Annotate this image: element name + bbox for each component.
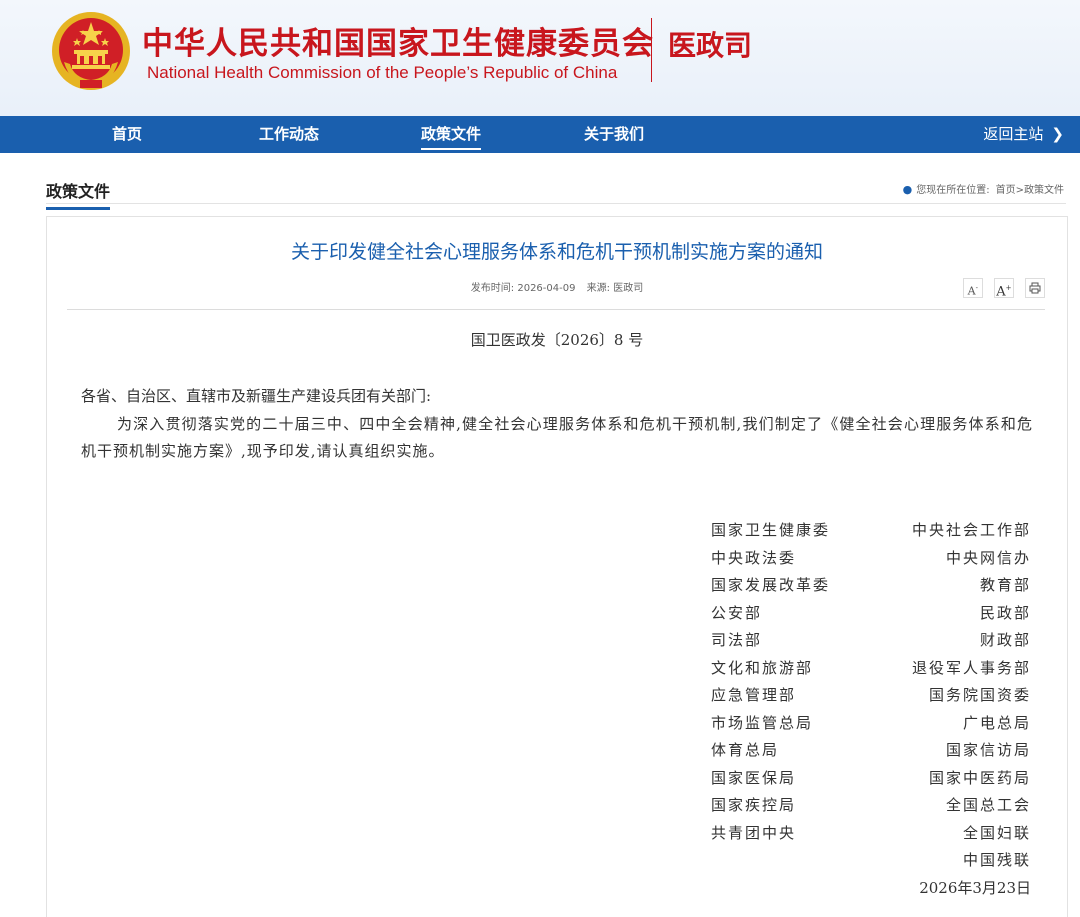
signatory-right: 中央网信办: [945, 548, 1031, 567]
issue-date: 2026年3月23日: [919, 878, 1031, 897]
back-to-main-site-label: 返回主站: [983, 125, 1044, 143]
signatory-left: 体育总局: [711, 741, 780, 759]
signatory-row: 共青团中央 全国妇联: [711, 820, 1031, 848]
article-meta: 发布时间: 2026-04-09 来源: 医政司: [47, 279, 1067, 294]
signatory-left: 中央政法委: [711, 548, 797, 567]
nav-item-home[interactable]: 首页: [112, 116, 142, 153]
signatory-row: 体育总局 国家信访局: [711, 737, 1031, 765]
signatory-row: 国家医保局 国家中医药局: [711, 765, 1031, 793]
signatory-left: 文化和旅游部: [711, 658, 814, 677]
signatory-row: 市场监管总局 广电总局: [711, 710, 1031, 738]
article-card: 关于印发健全社会心理服务体系和危机干预机制实施方案的通知 发布时间: 2026-…: [46, 216, 1068, 917]
source-value: 医政司: [613, 283, 644, 294]
signatory-left: 公安部: [711, 603, 763, 622]
main-nav: 首页 工作动态 政策文件 关于我们 返回主站 ❯: [0, 116, 1080, 153]
signatory-left: 司法部: [711, 631, 763, 649]
signatory-row: 中央政法委 中央网信办: [711, 545, 1031, 573]
signatory-row: 国家疾控局 全国总工会: [711, 792, 1031, 820]
signatory-right: 国家中医药局: [928, 768, 1031, 787]
signatory-left: 国家发展改革委: [711, 576, 831, 594]
print-button[interactable]: [1025, 278, 1045, 298]
header-divider: [651, 18, 652, 82]
department-name[interactable]: 医政司: [668, 24, 752, 64]
article-tools: A- A+: [957, 278, 1045, 300]
signatory-row: 中国残联: [711, 847, 1031, 875]
site-subtitle: National Health Commission of the People…: [147, 63, 618, 82]
national-emblem-icon[interactable]: [50, 10, 132, 92]
signatories: 国家卫生健康委 中央社会工作部 中央政法委 中央网信办 国家发展改革委 教育部 公安部…: [711, 517, 1031, 902]
publish-date: 2026-04-09: [517, 283, 576, 294]
breadcrumb-links[interactable]: 首页>政策文件: [996, 185, 1064, 196]
signatory-left: 国家卫生健康委: [711, 521, 831, 539]
signatory-right: 中央社会工作部: [911, 521, 1031, 539]
document-number: 国卫医政发〔2026〕8 号: [470, 331, 644, 349]
signatory-right: 退役军人事务部: [911, 658, 1031, 677]
signatory-row: 公安部 民政部: [711, 600, 1031, 628]
section-title: 政策文件: [46, 178, 111, 210]
signatory-row: 国家卫生健康委 中央社会工作部: [711, 517, 1031, 545]
signatory-left: 共青团中央: [711, 823, 797, 842]
signatory-left: 应急管理部: [711, 686, 797, 704]
signatory-left: 国家医保局: [711, 768, 797, 787]
signatory-right: 全国妇联: [962, 823, 1031, 842]
signatory-right: 广电总局: [962, 713, 1031, 732]
site-title: 中华人民共和国国家卫生健康委员会: [142, 26, 654, 62]
publish-time-label: 发布时间:: [470, 283, 515, 294]
font-increase-button[interactable]: A+: [993, 278, 1014, 300]
meta-divider: [67, 309, 1045, 310]
article-body: 为深入贯彻落实党的二十届三中、四中全会精神,健全社会心理服务体系和危机干预机制,…: [81, 415, 1033, 460]
printer-icon: [1029, 282, 1041, 294]
signatory-row: 国家发展改革委 教育部: [711, 572, 1031, 600]
map-pin-icon: ●: [902, 183, 913, 196]
nav-item-policy-documents[interactable]: 政策文件: [421, 116, 482, 153]
site-header: 中华人民共和国国家卫生健康委员会 National Health Commiss…: [0, 0, 1080, 116]
signatory-row: 司法部 财政部: [711, 627, 1031, 655]
breadcrumb: ● 您现在所在位置: 首页>政策文件: [903, 181, 1064, 196]
signatory-right: 国家信访局: [945, 741, 1031, 759]
signatory-left: 市场监管总局: [711, 713, 814, 732]
nav-item-about-us[interactable]: 关于我们: [584, 116, 644, 153]
signatory-left: 国家疾控局: [711, 796, 797, 814]
article-title: 关于印发健全社会心理服务体系和危机干预机制实施方案的通知: [290, 241, 823, 263]
font-increase-label: A: [996, 284, 1006, 300]
source-label: 来源:: [586, 283, 611, 294]
signatory-right: 教育部: [979, 576, 1031, 594]
font-decrease-button[interactable]: A-: [962, 278, 983, 298]
location-label: 您现在所在位置:: [916, 185, 990, 196]
salutation: 各省、自治区、直辖市及新疆生产建设兵团有关部门:: [81, 387, 432, 405]
nav-item-work-news[interactable]: 工作动态: [259, 116, 319, 153]
signatory-row: 应急管理部 国务院国资委: [711, 682, 1031, 710]
signatory-right: 国务院国资委: [928, 686, 1031, 704]
back-to-main-site-link[interactable]: 返回主站 ❯: [983, 116, 1064, 153]
chevron-right-icon: ❯: [1051, 125, 1064, 143]
font-decrease-label: A: [967, 284, 976, 298]
signatory-row: 文化和旅游部 退役军人事务部: [711, 655, 1031, 683]
section-divider: [46, 203, 1066, 204]
signatory-right: 财政部: [979, 631, 1031, 649]
signatory-right: 中国残联: [962, 851, 1031, 869]
signatory-right: 民政部: [979, 603, 1031, 622]
signatory-right: 全国总工会: [945, 796, 1031, 814]
